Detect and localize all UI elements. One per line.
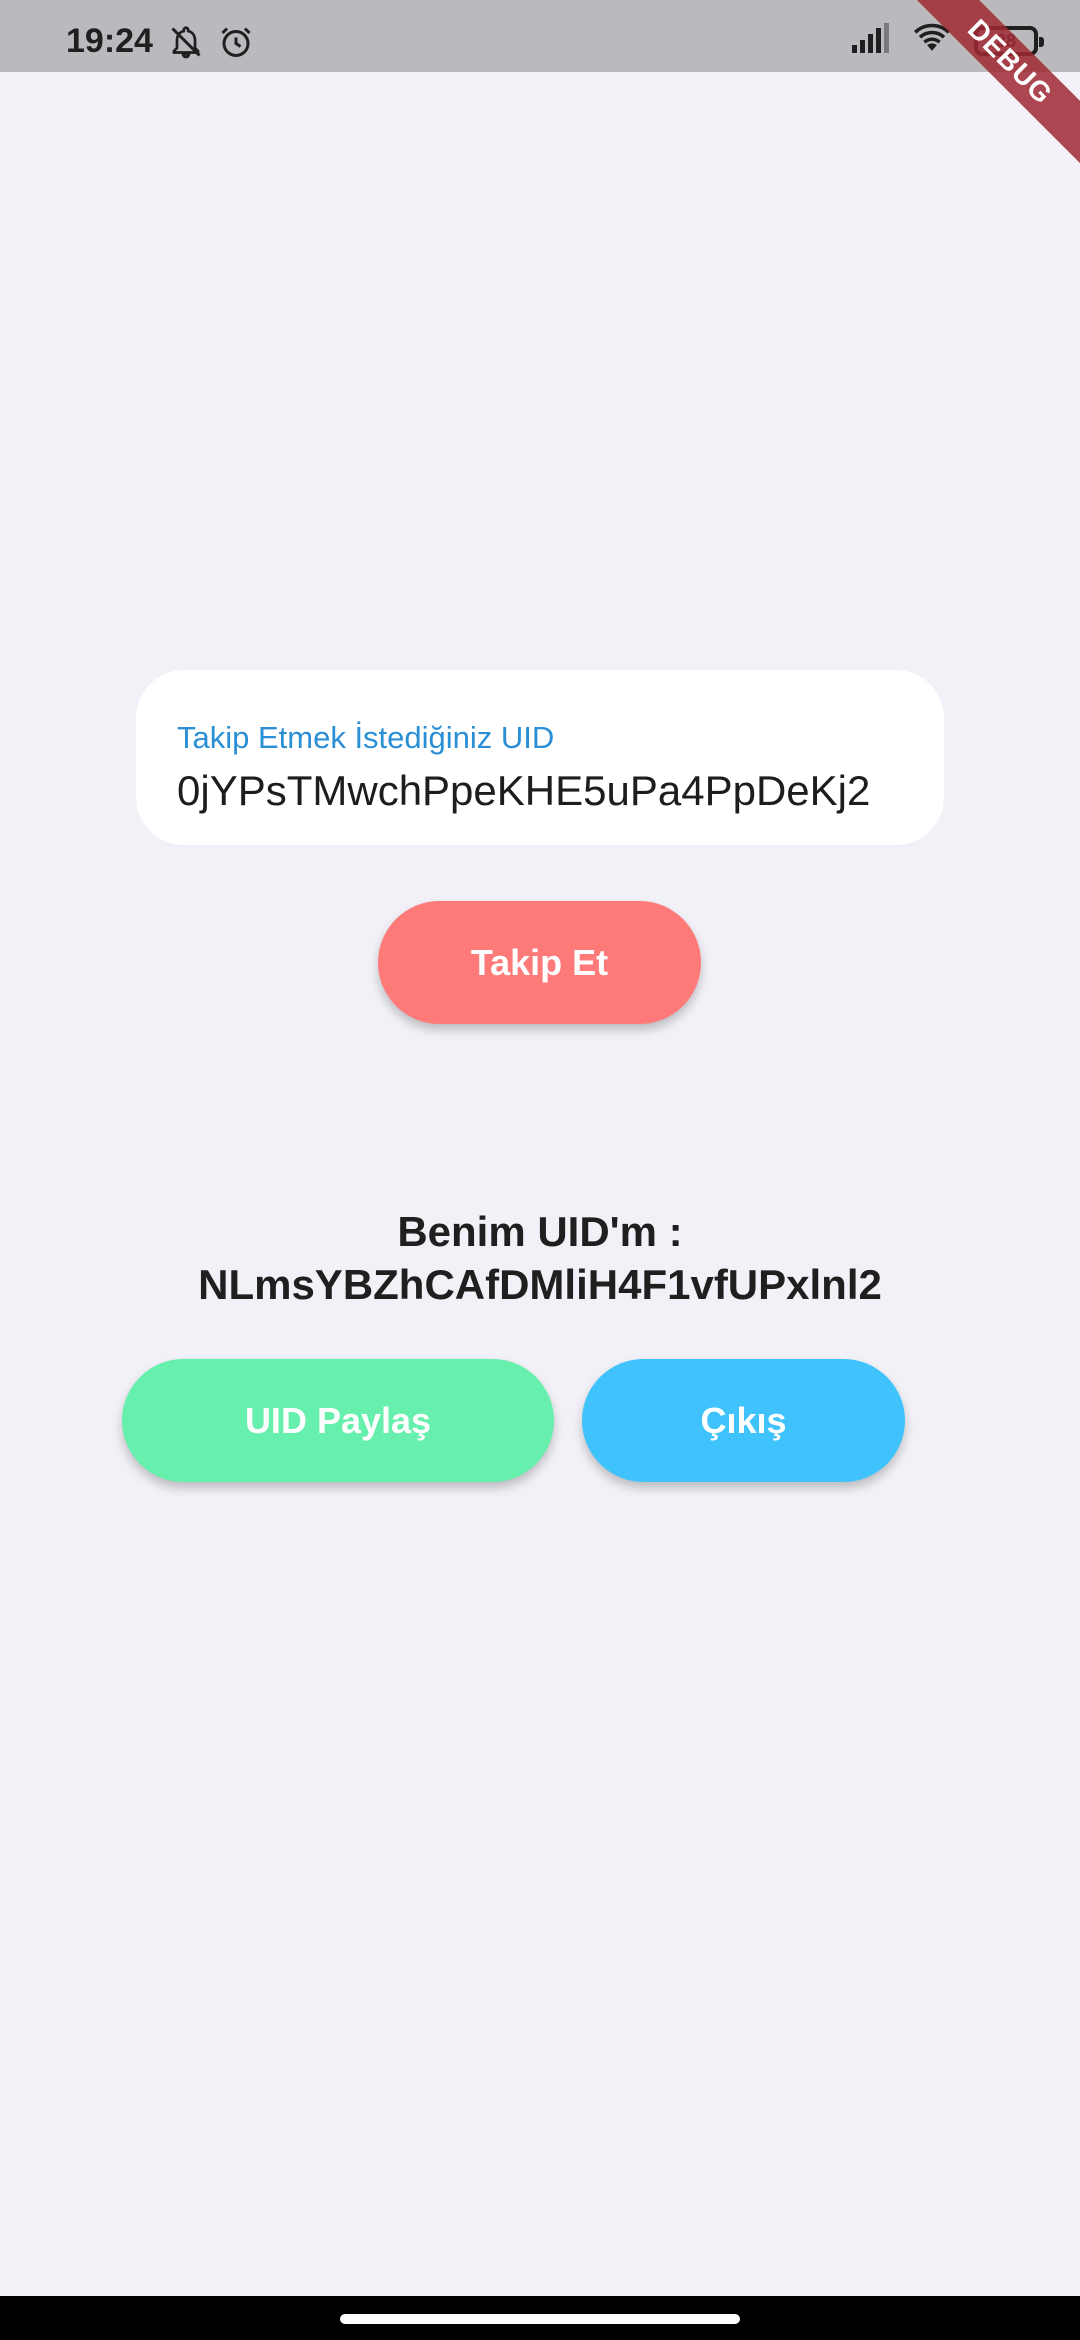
status-time: 19:24 [66, 22, 153, 60]
home-indicator[interactable] [340, 2314, 740, 2324]
app-screen: 19:24 38 DEBUG Takip Etmek İstediğiniz U… [0, 0, 1080, 2340]
follow-uid-input[interactable] [177, 766, 904, 816]
share-uid-button[interactable]: UID Paylaş [122, 1359, 554, 1482]
my-uid-value: NLmsYBZhCAfDMliH4F1vfUPxlnl2 [198, 1261, 882, 1308]
signal-icon [850, 23, 890, 58]
follow-uid-field[interactable]: Takip Etmek İstediğiniz UID [136, 670, 944, 845]
alarm-icon [218, 24, 254, 65]
navigation-bar [0, 2296, 1080, 2340]
follow-uid-label: Takip Etmek İstediğiniz UID [177, 720, 555, 755]
follow-button[interactable]: Takip Et [378, 901, 701, 1024]
notifications-off-icon [168, 24, 204, 65]
exit-button[interactable]: Çıkış [582, 1359, 905, 1482]
status-bar: 19:24 38 [0, 0, 1080, 72]
my-uid-label: Benim UID'm : [397, 1208, 683, 1255]
my-uid-block: Benim UID'm : NLmsYBZhCAfDMliH4F1vfUPxln… [0, 1205, 1080, 1311]
